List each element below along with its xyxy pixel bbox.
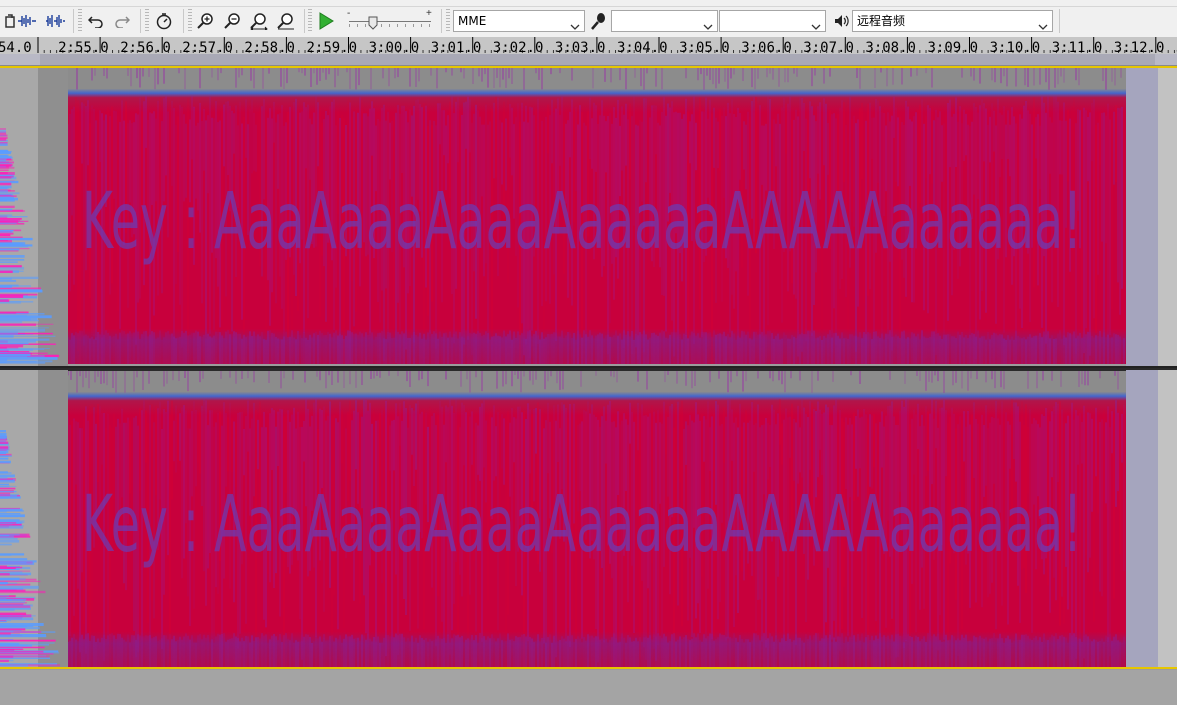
ruler-tick-label: 3:12.0 [1113, 40, 1165, 56]
pre-clip-spectrogram [0, 68, 68, 366]
speaker-button[interactable] [831, 10, 853, 32]
track-pre-clip-spectrum [0, 68, 68, 366]
track-separator[interactable] [0, 667, 1177, 669]
trim-audio-button[interactable] [16, 10, 38, 32]
play-speed-slider-thumb[interactable] [368, 16, 378, 30]
trim-icon [17, 13, 37, 29]
audio-host-value: MME [458, 14, 487, 28]
ruler-tick-label: 3:05.0 [679, 40, 730, 56]
track-pre-clip-spectrum [0, 370, 68, 668]
pre-clip-spectrogram [0, 370, 68, 668]
fit-project-button[interactable] [275, 10, 297, 32]
ruler-tick-label: 3:00.0 [368, 40, 420, 56]
empty-track-area[interactable] [0, 670, 1177, 705]
stopwatch-icon [155, 12, 173, 30]
undo-button[interactable] [85, 10, 107, 32]
spectrogram-clip[interactable]: Key : AaaAaaaAaaaAaaaaaAAAAAaaaaaa! [68, 68, 1126, 364]
toolbar-grip[interactable] [78, 9, 82, 33]
ruler-tick-label: 3:01.0 [430, 40, 482, 56]
ruler-tick-label: 3:07.0 [803, 40, 854, 56]
zoom-out-icon [224, 12, 242, 30]
play-speed-slider-track[interactable] [349, 21, 431, 22]
toolbar-top-strip [0, 0, 1177, 7]
toolbar-grip[interactable] [308, 9, 312, 33]
speaker-icon [834, 13, 850, 29]
ruler-tick-label: 2:56.0 [120, 40, 171, 56]
undo-icon [88, 14, 104, 28]
chevron-down-icon [570, 17, 580, 31]
toolbar-separator [73, 9, 74, 33]
recording-channels-select[interactable] [719, 10, 826, 32]
track-margin [1158, 370, 1177, 668]
ruler-tick-label: 2:58.0 [244, 40, 295, 56]
ruler-tick-label: 3:04.0 [617, 40, 668, 56]
spectrogram-hidden-text: Key : AaaAaaaAaaaAaaaaaAAAAAaaaaaa! [82, 177, 1082, 267]
microphone-button[interactable] [588, 10, 610, 32]
track-after-clip [1126, 370, 1158, 668]
play-icon [318, 12, 334, 30]
redo-icon [114, 14, 130, 28]
ruler-tick-label: 3:11.0 [1051, 40, 1103, 56]
zoom-fit-icon [277, 12, 295, 30]
ruler-tick-label: 3:02.0 [492, 40, 544, 56]
play-at-speed-button[interactable] [315, 10, 337, 32]
ruler-tick-label: 3:08.0 [865, 40, 916, 56]
toolbar-grip[interactable] [145, 9, 149, 33]
zoom-in-button[interactable] [195, 10, 217, 32]
slider-plus-icon: + [426, 8, 432, 19]
spectrogram-image: Key : AaaAaaaAaaaAaaaaaAAAAAaaaaaa! [68, 371, 1126, 667]
spectrogram-hidden-text: Key : AaaAaaaAaaaAaaaaaAAAAAaaaaaa! [82, 480, 1082, 570]
audio-track-right-channel[interactable]: Key : AaaAaaaAaaaAaaaaaAAAAAaaaaaa! [0, 368, 1177, 670]
toolbar-grip[interactable] [188, 9, 192, 33]
ruler-tick-label: 3:10.0 [989, 40, 1041, 56]
play-speed-slider-ticks [349, 24, 431, 27]
zoom-in-icon [197, 12, 215, 30]
track-after-clip [1126, 68, 1158, 366]
chevron-down-icon [811, 17, 821, 31]
spectrogram-image: Key : AaaAaaaAaaaAaaaaaAAAAAaaaaaa! [68, 68, 1126, 364]
slider-minus-icon: - [347, 8, 351, 19]
toolbar: - + MME 远程音频 [0, 0, 1177, 38]
fit-selection-button[interactable] [248, 10, 270, 32]
audio-track-left-channel[interactable]: Key : AaaAaaaAaaaAaaaaaAAAAAaaaaaa! [0, 66, 1177, 368]
track-margin [1158, 68, 1177, 366]
chevron-down-icon [1038, 17, 1048, 31]
toolbar-separator [1059, 9, 1060, 33]
timeline-ruler[interactable]: 54.0 2:55.0 2:56.0 2:57.0 2:58.0 2:59.0 3:00.0… [0, 37, 1177, 66]
ruler-tick-label: 2:55.0 [58, 40, 109, 56]
ruler-tick-label: 54.0 [0, 40, 32, 56]
playback-device-select[interactable]: 远程音频 [852, 10, 1053, 32]
microphone-icon [590, 12, 608, 30]
toolbar-separator [140, 9, 141, 33]
toolbar-grip[interactable] [446, 9, 450, 33]
timer-record-button[interactable] [153, 10, 175, 32]
ruler-tick-label: 3:06.0 [741, 40, 792, 56]
spectrogram-clip[interactable]: Key : AaaAaaaAaaaAaaaaaAAAAAaaaaaa! [68, 371, 1126, 667]
toolbar-separator [183, 9, 184, 33]
ruler-tick-label: 2:57.0 [182, 40, 233, 56]
audio-host-select[interactable]: MME [453, 10, 585, 32]
zoom-selection-icon [250, 12, 268, 30]
ruler-tick-label: 2:59.0 [306, 40, 358, 56]
ruler-tick-label: 3:03.0 [554, 40, 606, 56]
ruler-tick-label: 3:09.0 [927, 40, 979, 56]
toolbar-separator [304, 9, 305, 33]
chevron-down-icon [703, 17, 713, 31]
redo-button[interactable] [111, 10, 133, 32]
silence-audio-button[interactable] [44, 10, 66, 32]
zoom-out-button[interactable] [222, 10, 244, 32]
playback-device-value: 远程音频 [857, 14, 906, 28]
toolbar-separator [441, 9, 442, 33]
recording-device-select[interactable] [611, 10, 718, 32]
silence-icon [45, 13, 65, 29]
